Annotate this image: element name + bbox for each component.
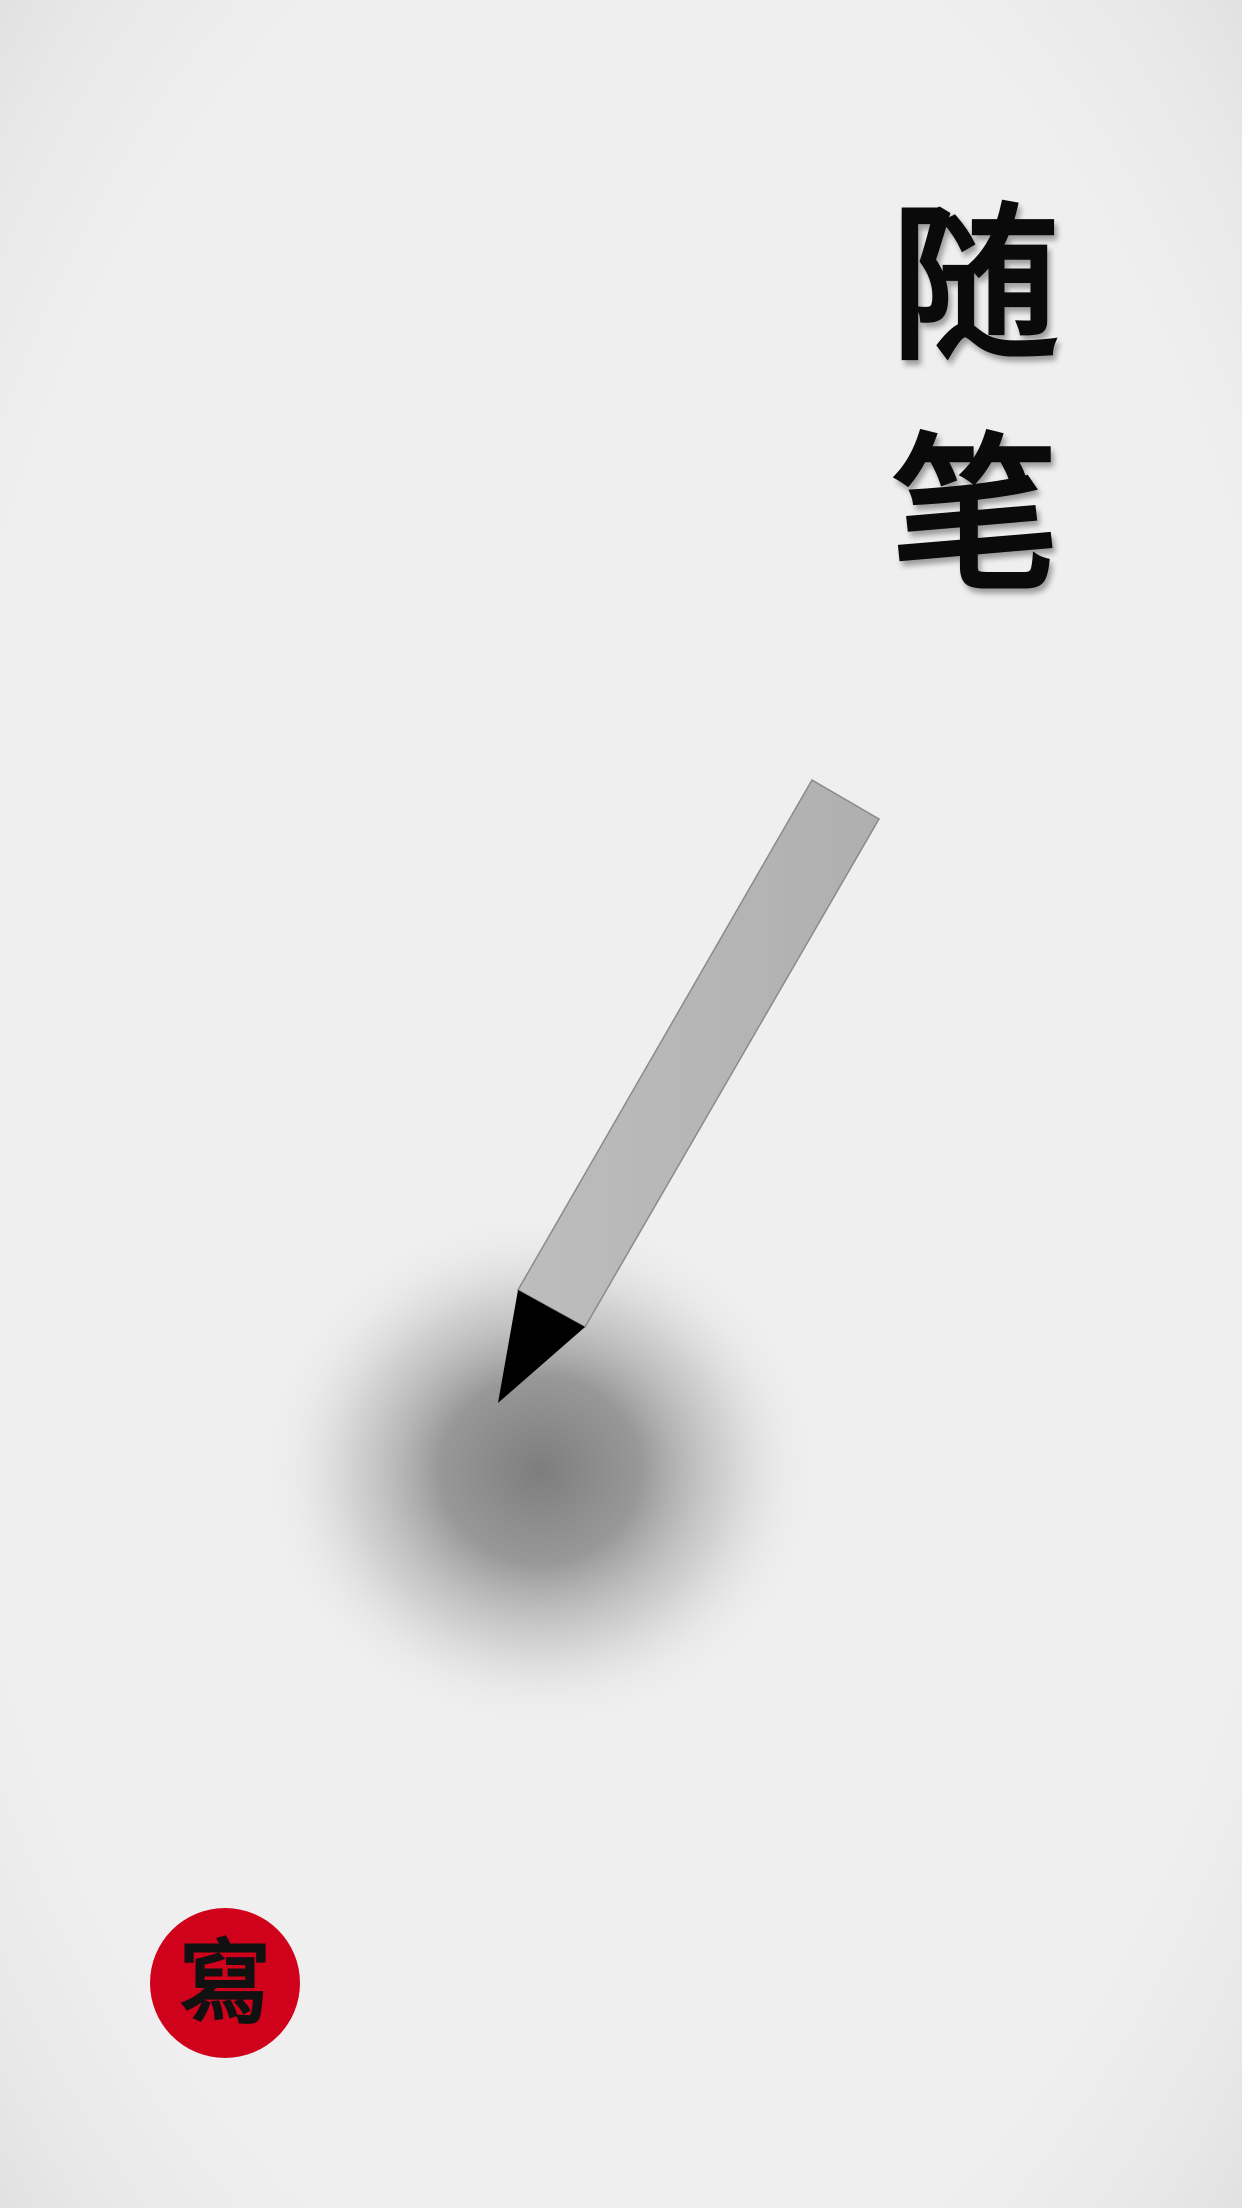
write-seal-button[interactable]: 寫	[150, 1908, 300, 2058]
app-title: 随 笔	[880, 170, 1070, 630]
pencil-body	[516, 778, 881, 1329]
app-title-char-1: 随	[891, 186, 1059, 384]
pencil-icon	[498, 778, 881, 1403]
app-title-char-2: 笔	[891, 416, 1059, 614]
splash-screen: 随 笔 寫	[0, 0, 1242, 2208]
write-seal-label: 寫	[178, 1929, 271, 2037]
ink-drop	[255, 1205, 825, 1735]
pencil-tip	[498, 1290, 585, 1403]
